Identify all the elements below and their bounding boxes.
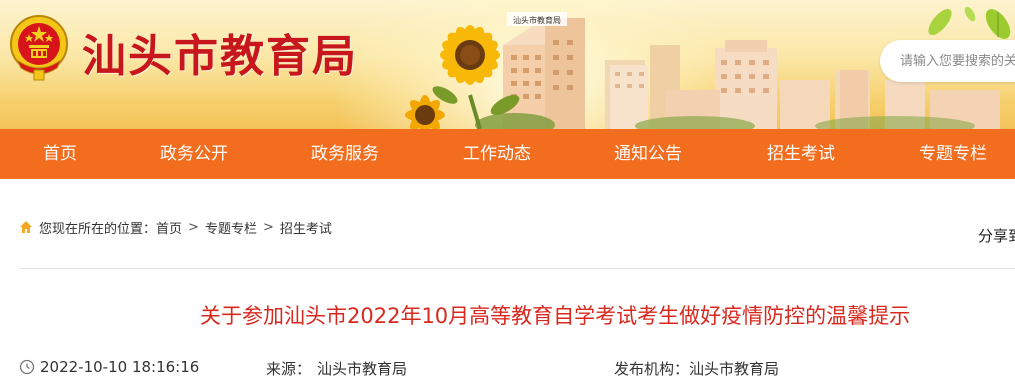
nav-item-home[interactable]: 首页 [43,129,77,179]
national-emblem-icon[interactable] [7,12,71,84]
main-nav: 首页 政务公开 政务服务 工作动态 通知公告 招生考试 专题专栏 [0,129,1015,179]
site-title[interactable]: 汕头市教育局 [82,20,358,84]
share-label[interactable]: 分享到 [978,225,1015,246]
clock-icon [19,359,35,375]
home-icon [20,221,32,233]
article-source: 来源： 汕头市教育局 [266,358,407,379]
nav-item-notices[interactable]: 通知公告 [614,129,682,179]
nav-item-admissions-exams[interactable]: 招生考试 [767,129,835,179]
search-box [880,40,1015,82]
nav-item-government-affairs[interactable]: 政务公开 [160,129,228,179]
breadcrumb-item-home[interactable]: 首页 [156,218,182,237]
divider [19,268,1015,269]
publisher-value: 汕头市教育局 [689,360,780,378]
leaf-icon [928,6,1011,39]
breadcrumb-separator: > [262,219,274,235]
search-input[interactable] [880,40,1015,82]
nav-item-special-topics[interactable]: 专题专栏 [919,129,987,179]
breadcrumb: 您现在所在的位置： 首页 > 专题专栏 > 招生考试 [19,217,332,237]
publisher-label: 发布机构： [614,360,690,378]
publish-datetime: 2022-10-10 18:16:16 [19,358,199,376]
article-title: 关于参加汕头市2022年10月高等教育自学考试考生做好疫情防控的温馨提示 [200,304,911,328]
nav-item-government-services[interactable]: 政务服务 [311,129,379,179]
breadcrumb-item-admissions-exams[interactable]: 招生考试 [280,218,332,237]
breadcrumb-item-special-topics[interactable]: 专题专栏 [205,218,257,237]
building-sign: 汕头市教育局 [513,15,561,25]
source-value: 汕头市教育局 [317,360,408,378]
site-header: 汕头市教育局 汕头市教育局 [0,0,1015,129]
article-publisher: 发布机构： 汕头市教育局 [614,358,779,379]
source-label: 来源： [266,360,312,378]
breadcrumb-separator: > [188,219,199,235]
nav-item-work-news[interactable]: 工作动态 [463,129,531,179]
publish-datetime-value: 2022-10-10 18:16:16 [40,358,200,376]
breadcrumb-prefix: 您现在所在的位置： [39,221,157,237]
